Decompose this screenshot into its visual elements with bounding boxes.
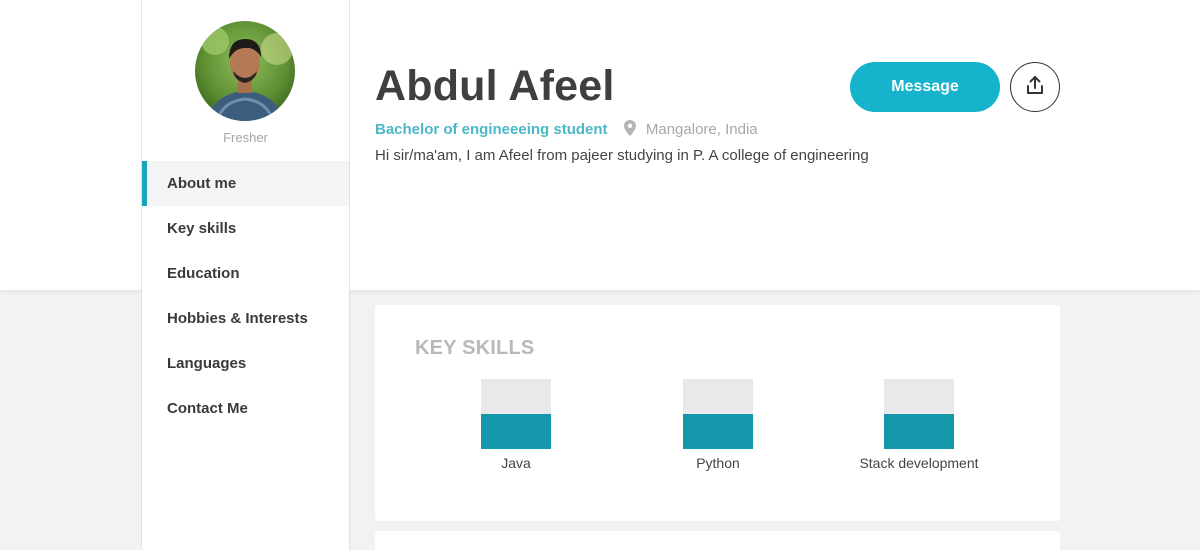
skill-name: Stack development	[859, 455, 979, 471]
sidebar: Fresher About me Key skills Education Ho…	[141, 0, 350, 550]
skill-name: Python	[696, 455, 740, 471]
skill-level-bar	[481, 379, 551, 449]
key-skills-title: KEY SKILLS	[415, 337, 535, 359]
next-section-card	[375, 531, 1060, 550]
sidebar-nav: About me Key skills Education Hobbies & …	[142, 161, 349, 431]
skill-name: Java	[501, 455, 531, 471]
sidebar-item-hobbies-interests[interactable]: Hobbies & Interests	[142, 296, 349, 341]
profile-name: Abdul Afeel	[375, 62, 615, 110]
sidebar-item-about-me[interactable]: About me	[142, 161, 349, 206]
sidebar-item-education[interactable]: Education	[142, 251, 349, 296]
skill-item-java: Java	[446, 379, 586, 471]
profile-subline: Bachelor of engineeeing student Mangalor…	[375, 120, 758, 140]
skill-level-bar	[683, 379, 753, 449]
key-skills-card: KEY SKILLS Java Python Stack development	[375, 305, 1060, 521]
share-upload-icon	[1024, 74, 1046, 101]
degree-text: Bachelor of engineeeing student	[375, 121, 608, 138]
skill-level-fill	[481, 414, 551, 449]
location-pin-icon	[623, 120, 636, 140]
avatar	[195, 21, 295, 121]
sidebar-item-key-skills[interactable]: Key skills	[142, 206, 349, 251]
skill-level-bar	[884, 379, 954, 449]
profile-bio: Hi sir/ma'am, I am Afeel from pajeer stu…	[375, 147, 869, 164]
message-button[interactable]: Message	[850, 62, 1000, 112]
sidebar-item-languages[interactable]: Languages	[142, 341, 349, 386]
skill-item-stack-development: Stack development	[849, 379, 989, 471]
skill-level-fill	[884, 414, 954, 449]
location-text: Mangalore, India	[645, 121, 758, 138]
role-label: Fresher	[223, 130, 268, 145]
skill-item-python: Python	[648, 379, 788, 471]
skill-level-fill	[683, 414, 753, 449]
sidebar-item-contact-me[interactable]: Contact Me	[142, 386, 349, 431]
share-button[interactable]	[1010, 62, 1060, 112]
